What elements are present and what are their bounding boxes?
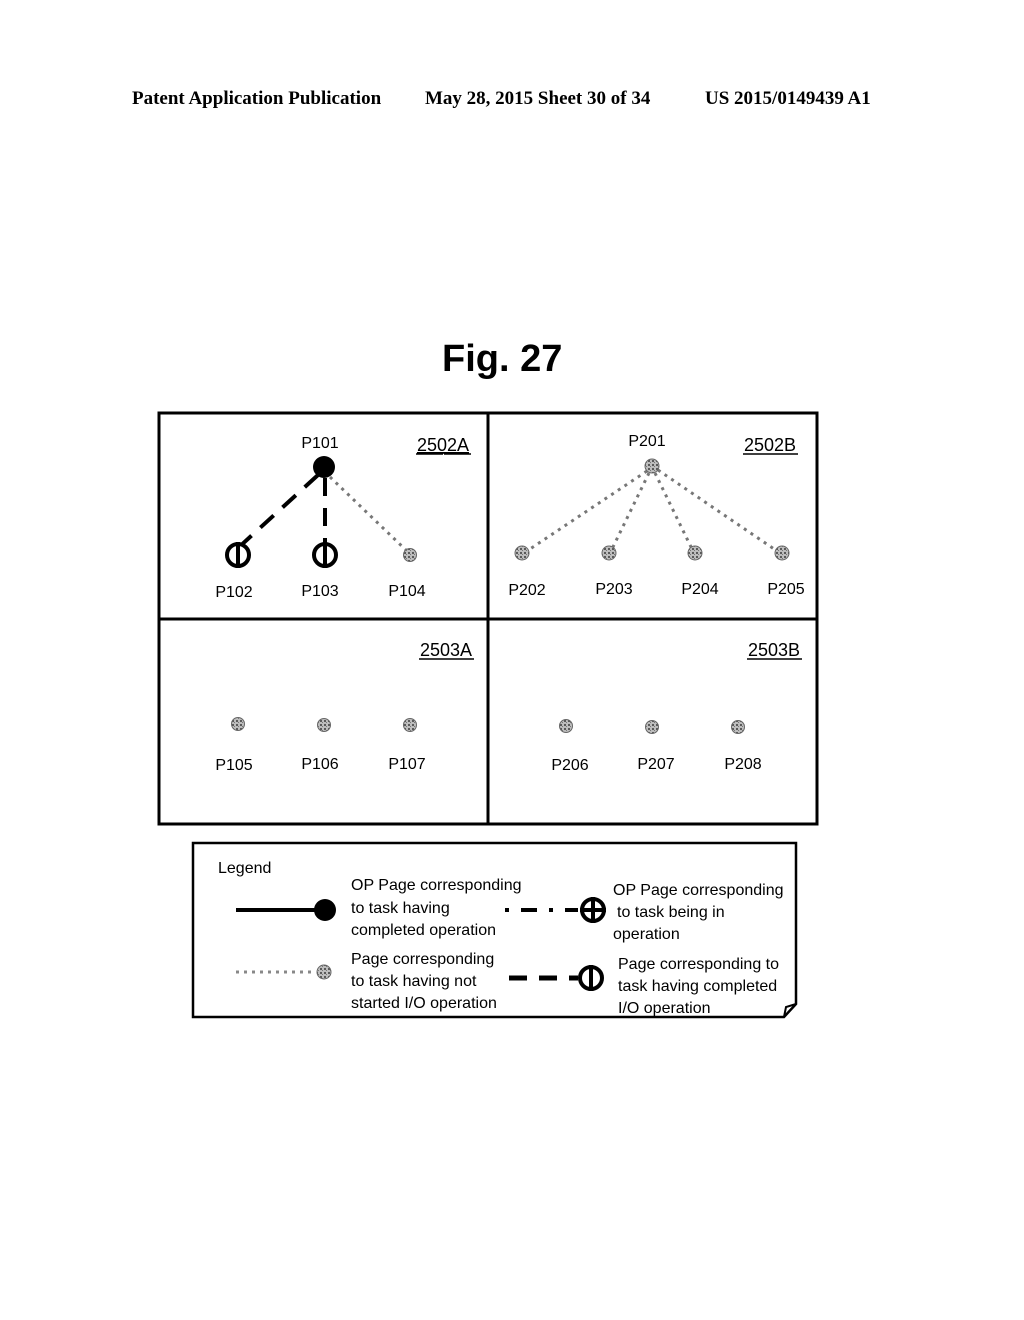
- node-not-started: [317, 718, 331, 732]
- node-not-started: [514, 545, 530, 561]
- edge-not-started: [610, 472, 651, 550]
- node-label: P204: [681, 581, 718, 598]
- legend-text: to task having: [351, 900, 450, 917]
- edge-not-started: [328, 475, 411, 555]
- legend-text: I/O operation: [618, 1000, 711, 1017]
- legend-text: completed operation: [351, 922, 496, 939]
- panel-2502A: 2502A P101 P102 P103 P104: [215, 435, 471, 601]
- legend-item-in-operation: OP Page corresponding to task being in o…: [505, 882, 783, 943]
- edge-not-started: [657, 468, 778, 553]
- panel-2503A: 2503A P105 P106 P107: [215, 640, 474, 774]
- legend-item-io-completed: Page corresponding to task having comple…: [509, 956, 779, 1017]
- node-label: P203: [595, 581, 632, 598]
- node-not-started: [403, 718, 417, 732]
- legend-text: Page corresponding to: [618, 956, 779, 973]
- legend: Legend OP Page corresponding to task hav…: [191, 841, 798, 1019]
- node-label: P103: [301, 583, 338, 600]
- io-completed-node-icon: [578, 965, 604, 991]
- legend-title: Legend: [218, 860, 271, 877]
- node-label: P102: [215, 584, 252, 601]
- node-label: P107: [388, 756, 425, 773]
- node-label: P206: [551, 757, 588, 774]
- panel-label: 2502A: [417, 435, 469, 455]
- panel-2503B: 2503B P206 P207 P208: [551, 640, 802, 774]
- figure-diagram: 2502A P101 P102 P103 P104 2502B P201 P20…: [157, 411, 819, 1019]
- node-not-started: [645, 720, 659, 734]
- node-not-started: [687, 545, 703, 561]
- legend-text: OP Page corresponding: [613, 882, 783, 899]
- node-label: P207: [637, 756, 674, 773]
- node-io-completed: [225, 542, 251, 568]
- node-not-started: [231, 717, 245, 731]
- legend-text: to task having not: [351, 973, 477, 990]
- panel-label: 2503A: [420, 640, 472, 660]
- node-io-completed: [312, 542, 338, 568]
- panel-grid: [157, 411, 819, 826]
- panel-2502B: 2502B P201 P202 P203 P204 P205: [508, 433, 804, 599]
- node-not-started: [731, 720, 745, 734]
- node-not-started: [644, 458, 660, 474]
- in-operation-node-icon: [580, 897, 606, 923]
- legend-item-not-started: Page corresponding to task having not st…: [236, 951, 497, 1012]
- legend-item-completed: OP Page corresponding to task having com…: [236, 877, 521, 939]
- node-label: P205: [767, 581, 804, 598]
- legend-text: task having completed: [618, 978, 777, 995]
- node-not-started: [559, 719, 573, 733]
- node-not-started: [403, 548, 417, 562]
- legend-text: Page corresponding: [351, 951, 494, 968]
- node-not-started: [774, 545, 790, 561]
- completed-node-icon: [314, 899, 336, 921]
- node-label: P105: [215, 757, 252, 774]
- legend-text: OP Page corresponding: [351, 877, 521, 894]
- node-label: P106: [301, 756, 338, 773]
- node-label: P104: [388, 583, 425, 600]
- panel-label: 2503B: [748, 640, 800, 660]
- panel-label: 2502B: [744, 435, 796, 455]
- node-label: P101: [301, 435, 338, 452]
- legend-text: started I/O operation: [351, 995, 497, 1012]
- legend-text: to task being in: [617, 904, 725, 921]
- edge-not-started: [653, 472, 694, 550]
- node-not-started: [601, 545, 617, 561]
- node-label: P208: [724, 756, 761, 773]
- legend-text: operation: [613, 926, 680, 943]
- not-started-node-icon: [316, 964, 332, 980]
- node-label: P202: [508, 582, 545, 599]
- node-label: P201: [628, 433, 665, 450]
- node-completed: [313, 456, 335, 478]
- edge-io-completed: [236, 473, 320, 550]
